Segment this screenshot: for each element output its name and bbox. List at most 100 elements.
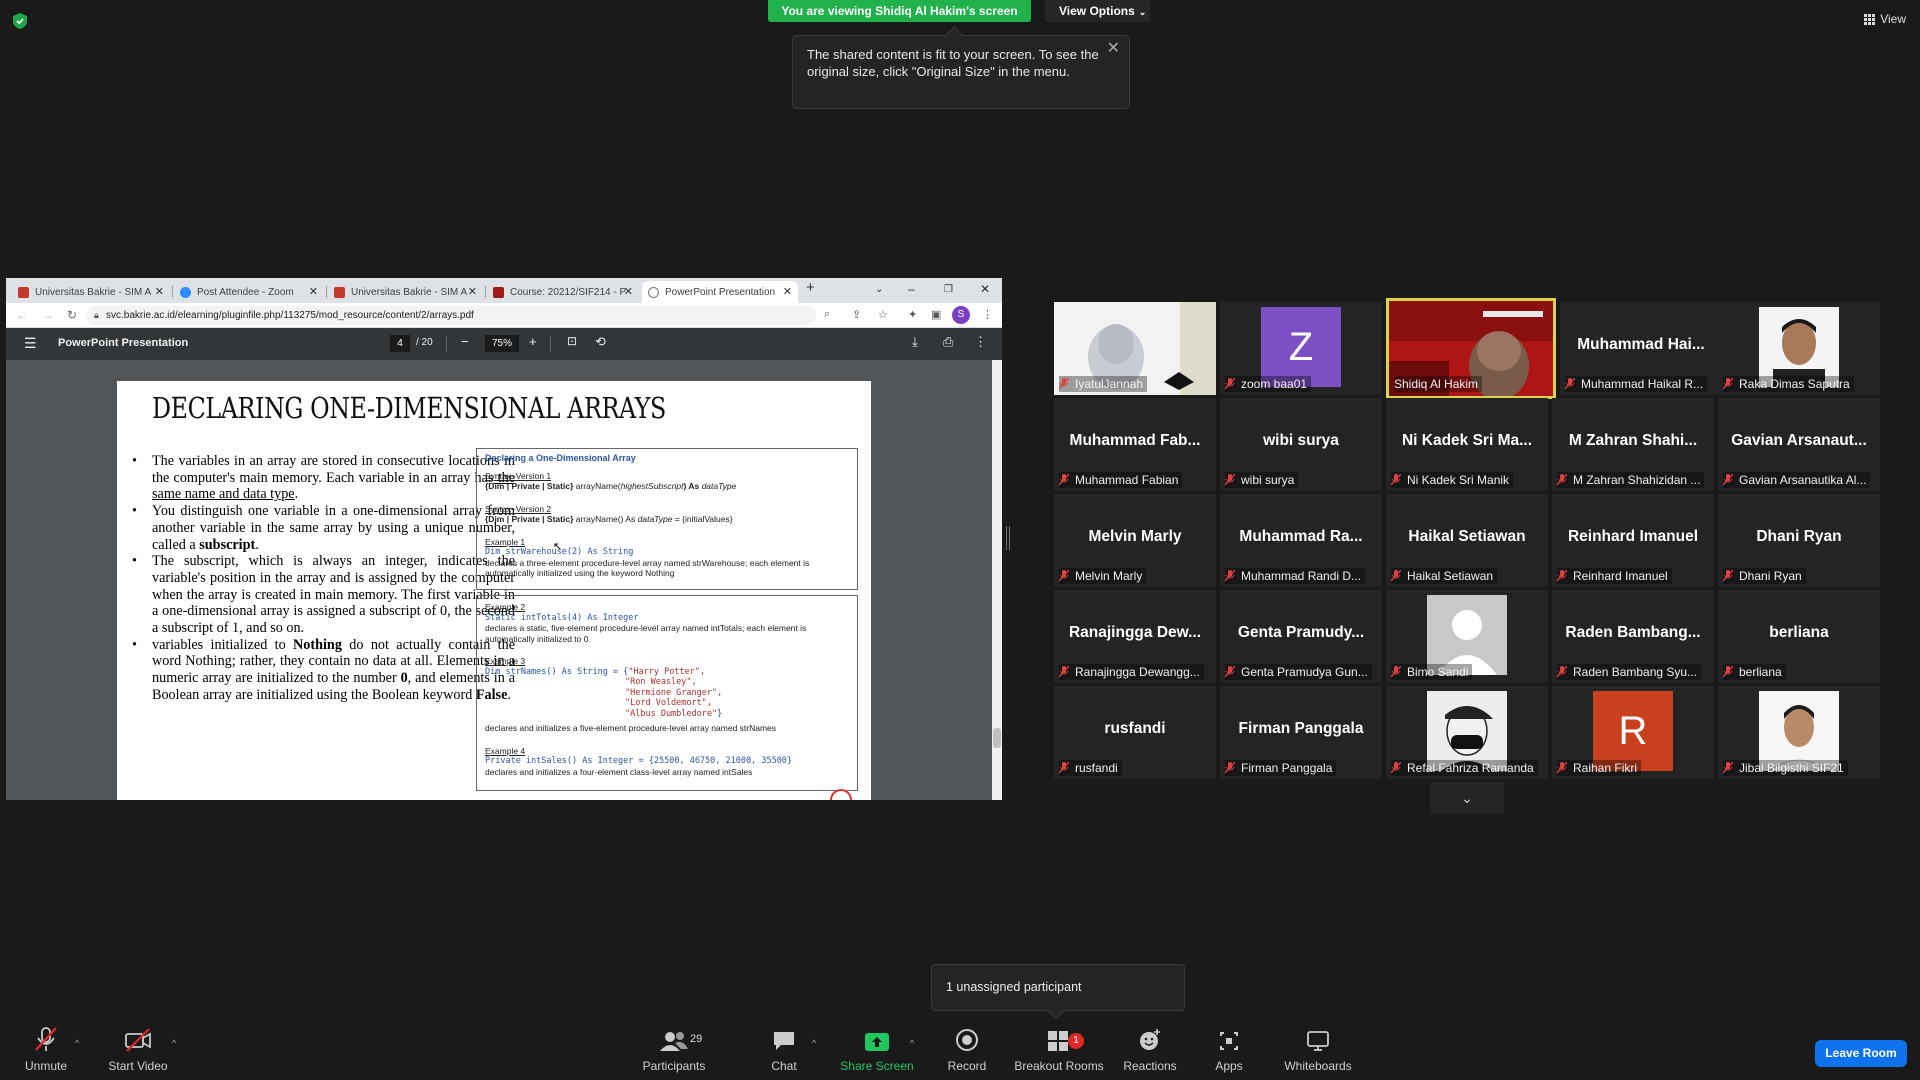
participant-tile[interactable]: Reinhard Imanuel Reinhard Imanuel [1552, 494, 1714, 587]
back-icon[interactable]: ← [16, 308, 28, 322]
download-icon[interactable]: ⤓ [912, 334, 918, 350]
start-video-button[interactable]: Start Video [104, 1020, 172, 1080]
new-tab-icon[interactable]: + [806, 279, 815, 296]
participant-name-text: Melvin Marly [1075, 569, 1143, 583]
zoom-lens-icon[interactable]: ⌕ [824, 308, 830, 321]
participant-tile[interactable]: Muhammad Ra... Muhammad Randi D... [1220, 494, 1382, 587]
forward-icon[interactable]: → [42, 308, 54, 322]
participant-name: Raden Bambang Syu... [1557, 664, 1702, 680]
side-panel-icon[interactable]: ▣ [931, 308, 941, 321]
chevron-down-icon: ⌄ [1138, 7, 1147, 17]
participant-tile[interactable]: M Zahran Shahi... M Zahran Shahizidan ..… [1552, 398, 1714, 491]
chat-button[interactable]: Chat [760, 1020, 808, 1080]
unassigned-participant-notice[interactable]: 1 unassigned participant [931, 964, 1185, 1020]
participant-tile[interactable]: IyatulJannah [1054, 302, 1216, 395]
url-field[interactable]: 🔒︎ svc.bakrie.ac.id/elearning/pluginfile… [86, 306, 816, 325]
audio-options-caret-icon[interactable]: ^ [75, 1038, 79, 1048]
browser-tab[interactable]: Post Attendee - Zoom ✕ [174, 281, 324, 303]
next-page-chevron-icon[interactable]: ⌄ [1430, 782, 1504, 814]
hamburger-menu-icon[interactable]: ☰ [24, 335, 37, 352]
participant-tile[interactable]: berliana berliana [1718, 590, 1880, 683]
mouse-cursor-icon: ↖ [553, 541, 563, 553]
participant-name: wibi surya [1225, 472, 1299, 488]
zoom-in-icon[interactable]: + [529, 334, 537, 349]
participant-tile[interactable]: Melvin Marly Melvin Marly [1054, 494, 1216, 587]
participant-tile[interactable]: Ranajingga Dew... Ranajingga Dewangg... [1054, 590, 1216, 683]
browser-tab[interactable]: Universitas Bakrie - SIM A ✕ [12, 281, 170, 303]
participant-tile[interactable]: Bimo Sandi [1386, 590, 1548, 683]
apps-button[interactable]: Apps [1206, 1020, 1252, 1080]
participant-name-text: M Zahran Shahizidan ... [1573, 473, 1701, 487]
resize-handle[interactable] [1006, 526, 1010, 550]
participant-tile-active-speaker[interactable]: Shidiq Al Hakim [1386, 298, 1556, 399]
participant-tile[interactable]: wibi surya wibi surya [1220, 398, 1382, 491]
syntax-text: = {initialValues} [672, 514, 733, 524]
participant-tile[interactable]: Muhammad Hai... Muhammad Haikal R... [1560, 302, 1722, 395]
profile-avatar[interactable]: S [952, 306, 970, 324]
participant-tile[interactable]: rusfandi rusfandi [1054, 686, 1216, 779]
browser-tab[interactable]: Universitas Bakrie - SIM A ✕ [328, 281, 483, 303]
video-options-caret-icon[interactable]: ^ [172, 1038, 176, 1048]
view-options-button[interactable]: View Options ⌄ [1045, 0, 1150, 22]
chat-options-caret-icon[interactable]: ^ [812, 1038, 816, 1048]
close-tab-icon[interactable]: ✕ [309, 285, 318, 298]
zoom-out-icon[interactable]: − [461, 334, 469, 349]
minimize-icon[interactable]: – [908, 282, 915, 296]
rotate-icon[interactable]: ⟲ [595, 334, 606, 350]
participant-tile[interactable]: Dhani Ryan Dhani Ryan [1718, 494, 1880, 587]
participant-tile[interactable]: Genta Pramudy... Genta Pramudya Gun... [1220, 590, 1382, 683]
grid-icon [1864, 13, 1876, 25]
reload-icon[interactable]: ↻ [67, 308, 77, 322]
share-screen-button[interactable]: Share Screen [838, 1020, 916, 1080]
participant-name-text: Muhammad Fabian [1075, 473, 1179, 487]
reactions-button[interactable]: Reactions [1122, 1020, 1178, 1080]
syntax-text: arrayName( [573, 481, 621, 491]
participant-tile[interactable]: Raka Dimas Saputra [1718, 302, 1880, 395]
bullet-bold: 0 [400, 670, 408, 687]
participants-button[interactable]: Participants [640, 1020, 708, 1080]
whiteboards-button[interactable]: Whiteboards [1282, 1020, 1354, 1080]
participant-tile[interactable]: Firman Panggala Firman Panggala [1220, 686, 1382, 779]
share-icon[interactable]: ⇪ [852, 308, 861, 321]
browser-tab-active[interactable]: PowerPoint Presentation ✕ [642, 281, 798, 303]
participant-tile[interactable]: R Raihan Fikri [1552, 686, 1714, 779]
print-icon[interactable]: ⎙ [943, 334, 953, 350]
participant-tile[interactable]: Raden Bambang... Raden Bambang Syu... [1552, 590, 1714, 683]
leave-room-button[interactable]: Leave Room [1815, 1040, 1907, 1067]
record-button[interactable]: Record [940, 1020, 994, 1080]
participant-tile[interactable]: Jibal Bilgisthi SIF21 [1718, 686, 1880, 779]
participant-tile[interactable]: Z zoom baa01 [1220, 302, 1382, 395]
page-number-input[interactable]: 4 [390, 335, 410, 352]
close-tab-icon[interactable]: ✕ [155, 285, 164, 298]
extensions-icon[interactable]: ✦ [908, 308, 917, 321]
muted-mic-icon [1225, 378, 1235, 390]
browser-menu-icon[interactable]: ⋮ [982, 308, 993, 321]
close-tab-icon[interactable]: ✕ [624, 285, 633, 298]
participant-tile[interactable]: Refal Fahriza Ramanda [1386, 686, 1548, 779]
close-tab-icon[interactable]: ✕ [783, 285, 792, 298]
encryption-shield-icon[interactable] [12, 12, 28, 30]
more-options-icon[interactable]: ⋮ [974, 334, 987, 350]
close-icon[interactable]: ✕ [1107, 40, 1120, 57]
participant-name: Ranajingga Dewangg... [1059, 664, 1204, 680]
browser-tab[interactable]: Course: 20212/SIF214 - P ✕ [487, 281, 639, 303]
participant-name-text: Raihan Fikri [1573, 761, 1638, 775]
participant-tile[interactable]: Gavian Arsanaut... Gavian Arsanautika Al… [1718, 398, 1880, 491]
bookmark-star-icon[interactable]: ☆ [878, 308, 888, 321]
close-tab-icon[interactable]: ✕ [468, 285, 477, 298]
tab-search-icon[interactable]: ⌄ [875, 284, 883, 295]
example-label: Example 3 [485, 656, 526, 666]
scrollbar-thumb[interactable] [993, 728, 1001, 748]
breakout-rooms-button[interactable]: Breakout Rooms [1012, 1020, 1106, 1080]
close-window-icon[interactable]: ✕ [980, 282, 990, 296]
participant-tile[interactable]: Muhammad Fab... Muhammad Fabian [1054, 398, 1216, 491]
participant-tile[interactable]: Haikal Setiawan Haikal Setiawan [1386, 494, 1548, 587]
restore-icon[interactable]: ❐ [944, 284, 953, 295]
view-layout-button[interactable]: View [1864, 12, 1906, 26]
zoom-meeting-window: You are viewing Shidiq Al Hakim's screen… [0, 0, 1920, 1080]
share-options-caret-icon[interactable]: ^ [910, 1038, 914, 1048]
unmute-button[interactable]: Unmute [16, 1020, 76, 1080]
fit-page-icon[interactable]: ⊡ [567, 334, 577, 348]
participant-tile[interactable]: Ni Kadek Sri Ma... Ni Kadek Sri Manik [1386, 398, 1548, 491]
zoom-level-input[interactable]: 75% [485, 335, 519, 352]
